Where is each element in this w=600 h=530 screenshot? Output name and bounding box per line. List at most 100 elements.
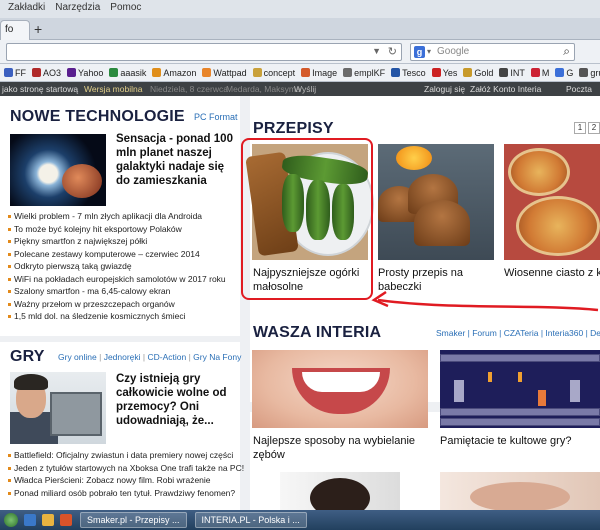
section-title-games[interactable]: GRY	[10, 348, 45, 366]
bookmark-item[interactable]: Yahoo	[67, 68, 103, 78]
bottom-photo-2[interactable]	[440, 472, 600, 510]
bookmark-favicon-icon	[32, 68, 41, 77]
set-homepage-link[interactable]: jako stronę startową	[2, 84, 78, 94]
mobile-version-link[interactable]: Wersja mobilna	[84, 84, 142, 94]
news-item[interactable]: Ponad miliard osób pobrało ten tytuł. Pr…	[8, 487, 240, 500]
bookmark-favicon-icon	[4, 68, 13, 77]
section-title-recipes[interactable]: PRZEPISY	[253, 120, 334, 138]
highlight-annotation	[241, 138, 373, 300]
page-content: NOWE TECHNOLOGIE PC Format Sensacja - po…	[0, 96, 600, 510]
ie-icon[interactable]	[24, 514, 36, 526]
browser-tab[interactable]: fo	[0, 20, 30, 40]
bookmark-favicon-icon	[499, 68, 509, 77]
menu-bar: Zakładki Narzędzia Pomoc	[0, 0, 600, 18]
page-1-button[interactable]: 1	[574, 122, 586, 134]
news-item[interactable]: To może być kolejny hit eksportowy Polak…	[8, 223, 240, 236]
news-item[interactable]: WiFi na pokładach europejskich samolotów…	[8, 273, 240, 286]
menu-bookmarks[interactable]: Zakładki	[8, 2, 45, 16]
recipe-caption-tart[interactable]: Wiosenne ciasto z kruszonką i rabarbarem	[504, 266, 600, 280]
bookmark-label: emplKF	[354, 67, 386, 78]
date-text: Niedziela, 8 czerwca	[150, 84, 228, 94]
smile-image[interactable]	[252, 350, 428, 428]
bookmark-item[interactable]: Wattpad	[202, 67, 247, 78]
games-link[interactable]: Gry Na Fony	[193, 352, 241, 362]
address-bar[interactable]: ▼ ↻	[6, 43, 402, 61]
news-item[interactable]: Polecane zestawy komputerowe – czerwiec …	[8, 248, 240, 261]
bookmark-label: aaasik	[120, 67, 147, 78]
bookmark-item[interactable]: emplKF	[343, 68, 385, 78]
bookmark-item[interactable]: Yes	[431, 68, 457, 78]
task-smaker[interactable]: Smaker.pl - Przepisy ...	[80, 512, 187, 528]
bookmark-label: Image	[312, 67, 338, 78]
tech-lead-title[interactable]: Sensacja - ponad 100 mln planet naszej g…	[116, 132, 236, 188]
games-link[interactable]: Jednoręki	[104, 352, 141, 362]
community-links[interactable]: Smaker | Forum | CZATeria | Interia360 |…	[436, 328, 600, 338]
bookmark-item[interactable]: Amazon	[152, 68, 196, 78]
bookmark-item[interactable]: AO3	[32, 68, 61, 78]
menu-tools[interactable]: Narzędzia	[55, 2, 100, 16]
bookmark-label: Amazon	[163, 67, 197, 78]
planet-image[interactable]	[10, 134, 106, 206]
send-link[interactable]: Wyślij	[294, 84, 316, 94]
bookmark-item[interactable]: Tesco	[391, 68, 426, 78]
bookmark-favicon-icon	[579, 68, 589, 77]
start-button[interactable]	[4, 513, 18, 527]
news-item[interactable]: Piękny smartfon z największej półki	[8, 235, 240, 248]
bookmark-favicon-icon	[530, 68, 540, 77]
search-icon[interactable]: ⌕	[563, 44, 570, 59]
bookmark-favicon-icon	[252, 68, 262, 77]
games-link[interactable]: Gry online	[58, 352, 97, 362]
bookmark-item[interactable]: INT	[499, 68, 525, 78]
bookmark-item[interactable]: aaasik	[109, 68, 146, 78]
pcformat-link[interactable]: PC Format	[194, 112, 238, 122]
register-link[interactable]: Załóż Konto Interia	[470, 84, 541, 94]
news-item[interactable]: Władca Pierścieni: Zobacz nowy film. Rob…	[8, 474, 240, 487]
folder-icon[interactable]	[42, 514, 54, 526]
search-box[interactable]: g ▾ Google ⌕	[410, 43, 575, 61]
bookmark-item[interactable]: grunt	[579, 68, 600, 78]
news-item[interactable]: Ważny przełom w przeszczepach organów	[8, 298, 240, 311]
new-tab-button[interactable]: +	[34, 21, 42, 37]
portal-top-bar: jako stronę startową Wersja mobilna Nied…	[0, 82, 600, 96]
news-item[interactable]: Battlefield: Oficjalny zwiastun i data p…	[8, 449, 240, 462]
news-item[interactable]: Odkryto pierwszą taką gwiazdę	[8, 260, 240, 273]
page-2-button[interactable]: 2	[588, 122, 600, 134]
bookmark-item[interactable]: Gold	[463, 68, 493, 78]
news-item[interactable]: Szalony smartfon - ma 6,45-calowy ekran	[8, 285, 240, 298]
bookmark-label: Wattpad	[213, 67, 247, 78]
news-item[interactable]: Jeden z tytułów startowych na Xboksa One…	[8, 462, 244, 475]
engine-dropdown-icon[interactable]: ▾	[427, 47, 431, 56]
media-icon[interactable]	[60, 514, 72, 526]
bookmarks-bar: FF AO3 Yahoo aaasik Amazon Wattpad concept Imag…	[0, 64, 600, 82]
login-link[interactable]: Zaloguj się	[424, 84, 465, 94]
bookmark-label: INT	[510, 67, 525, 78]
bookmark-item[interactable]: concept	[252, 68, 295, 78]
games-news-list: Battlefield: Oficjalny zwiastun i data p…	[8, 449, 244, 500]
muffins-image[interactable]	[378, 144, 494, 260]
news-item[interactable]: Wielki problem - 7 mln złych aplikacji d…	[8, 210, 240, 223]
bookmark-item[interactable]: M	[530, 67, 550, 78]
mail-link[interactable]: Poczta	[566, 84, 592, 94]
bookmark-label: M	[541, 67, 550, 78]
bookmark-label: Yahoo	[78, 67, 104, 78]
task-interia[interactable]: INTERIA.PL - Polska i ...	[194, 512, 307, 528]
tart-image[interactable]	[504, 144, 600, 260]
gamer-image[interactable]	[10, 372, 106, 444]
games-lead-title[interactable]: Czy istnieją gry całkowicie wolne od prz…	[116, 372, 236, 428]
bottom-photo-1[interactable]	[280, 472, 400, 510]
community-caption-teeth[interactable]: Najlepsze sposoby na wybielanie zębów	[253, 434, 429, 462]
reload-icon[interactable]: ↻	[388, 45, 397, 58]
games-link[interactable]: CD-Action	[147, 352, 186, 362]
search-placeholder: Google	[437, 46, 470, 57]
bookmark-item[interactable]: G	[555, 68, 573, 78]
community-caption-games[interactable]: Pamiętacie te kultowe gry?	[440, 434, 600, 448]
bookmark-item[interactable]: FF	[4, 68, 26, 78]
bookmark-item[interactable]: Image	[301, 68, 337, 78]
section-title-tech[interactable]: NOWE TECHNOLOGIE	[10, 108, 185, 126]
menu-help[interactable]: Pomoc	[110, 2, 141, 16]
dropdown-arrow-icon[interactable]: ▼	[372, 46, 381, 56]
retro-game-image[interactable]	[440, 350, 600, 428]
news-item[interactable]: 1,5 mld dol. na śledzenie kosmicznych śm…	[8, 310, 240, 323]
section-title-community[interactable]: WASZA INTERIA	[253, 324, 381, 342]
annotation-arrow-icon	[371, 290, 599, 312]
